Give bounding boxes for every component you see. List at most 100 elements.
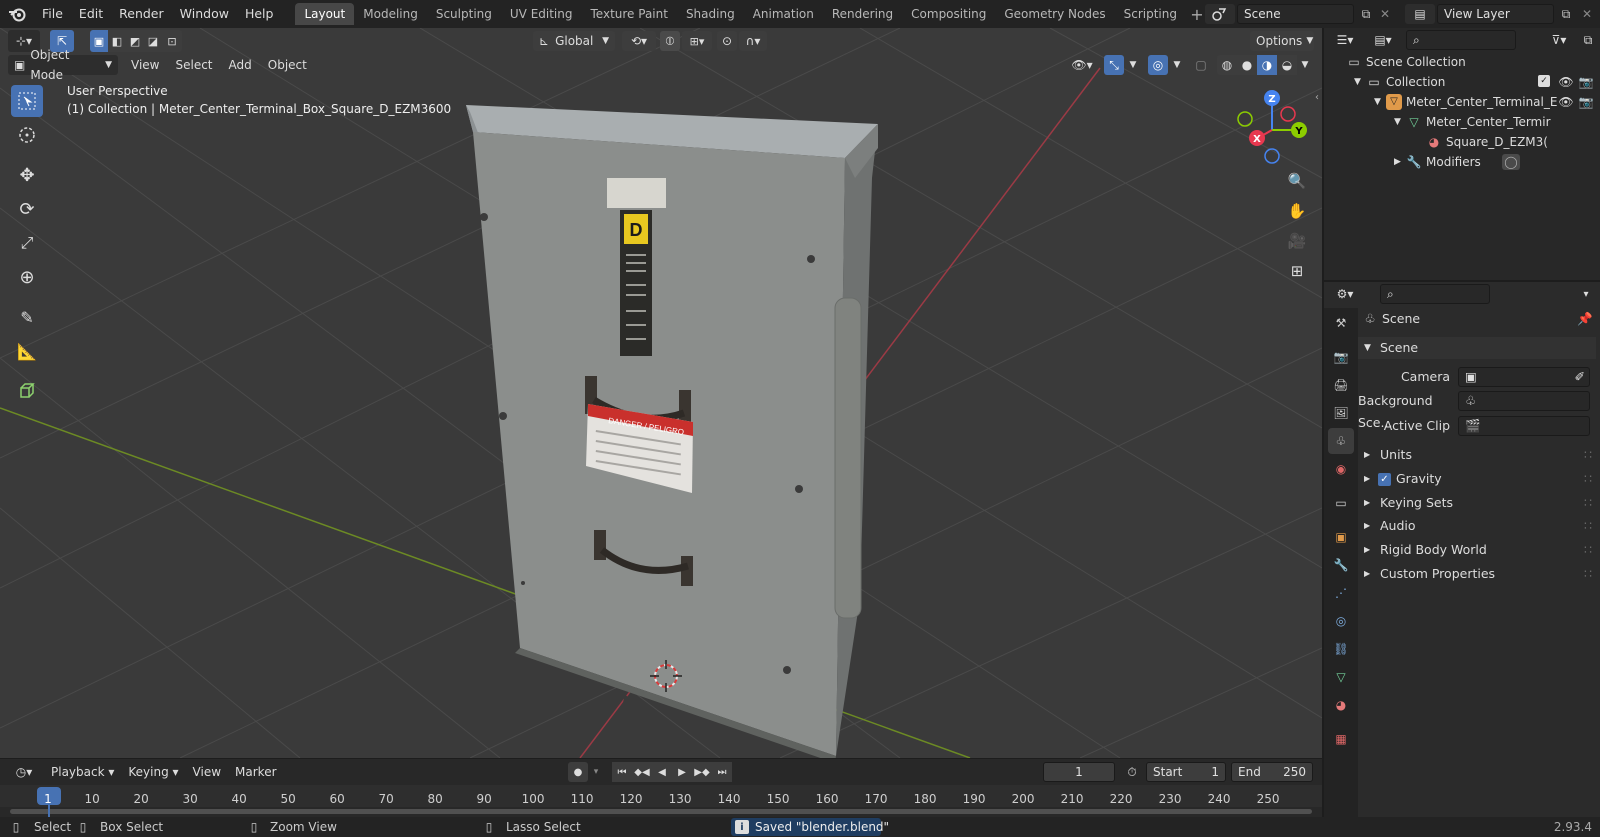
tab-uv-editing[interactable]: UV Editing bbox=[501, 3, 582, 25]
render-camera-icon[interactable]: 📷 bbox=[1578, 72, 1594, 92]
current-frame-field[interactable]: 1 bbox=[1043, 762, 1115, 782]
tab-sculpting[interactable]: Sculpting bbox=[427, 3, 501, 25]
menu-playback[interactable]: Playback ▾ bbox=[44, 762, 121, 782]
gravity-checkbox[interactable]: ✓ bbox=[1378, 473, 1391, 486]
tab-shading[interactable]: Shading bbox=[677, 3, 744, 25]
tab-object-icon[interactable]: ▣ bbox=[1328, 524, 1354, 550]
visibility-eye-icon[interactable]: 👁 bbox=[1558, 72, 1574, 92]
select-invert-icon[interactable]: ◪ bbox=[144, 30, 162, 52]
pan-view-icon[interactable]: ✋ bbox=[1284, 198, 1310, 224]
tab-modifier-icon[interactable]: 🔧 bbox=[1328, 552, 1354, 578]
tab-scripting[interactable]: Scripting bbox=[1115, 3, 1186, 25]
delete-scene-icon[interactable]: ✕ bbox=[1376, 4, 1394, 24]
xray-toggle-icon[interactable]: ▢ bbox=[1191, 55, 1211, 75]
snap-toggle-icon[interactable]: ⦶ bbox=[660, 31, 680, 51]
outliner-row-object[interactable]: ▼ ▽ Meter_Center_Terminal_E 👁 📷 bbox=[1324, 92, 1600, 112]
properties-options-icon[interactable]: ▾ bbox=[1576, 284, 1596, 304]
timeline-editor-type-icon[interactable]: ◷▾ bbox=[8, 762, 40, 782]
tab-collection-icon[interactable]: ▭ bbox=[1328, 490, 1354, 516]
drag-handle-icon[interactable]: ∷ bbox=[1584, 468, 1592, 490]
menu-marker[interactable]: Marker bbox=[228, 762, 283, 782]
drag-handle-icon[interactable]: ∷ bbox=[1584, 539, 1592, 561]
auto-key-dropdown-icon[interactable]: ▾ bbox=[588, 762, 604, 782]
keying-sets-panel-header[interactable]: ▶ Keying Sets ∷ bbox=[1358, 492, 1596, 514]
tab-output-icon[interactable]: 🖨 bbox=[1328, 372, 1354, 398]
menu-window[interactable]: Window bbox=[172, 0, 237, 28]
gizmo-dropdown-icon[interactable]: ▼ bbox=[1126, 55, 1140, 75]
units-panel-header[interactable]: ▶ Units ∷ bbox=[1358, 444, 1596, 466]
rotate-tool[interactable]: ⟳ bbox=[11, 193, 43, 225]
cursor-tool[interactable] bbox=[11, 119, 43, 151]
3d-viewport[interactable]: D DANGER / PELIGRO ⊹▾ ⇱ ▣ ◧ ◩ ◪ ⊡ ⊾ Glob… bbox=[0, 28, 1322, 758]
options-dropdown[interactable]: Options ▼ bbox=[1250, 31, 1314, 51]
camera-view-icon[interactable]: 🎥 bbox=[1284, 228, 1310, 254]
menu-render[interactable]: Render bbox=[111, 0, 172, 28]
zoom-view-icon[interactable]: 🔍 bbox=[1284, 168, 1310, 194]
tab-geometry-nodes[interactable]: Geometry Nodes bbox=[995, 3, 1114, 25]
scene-icon[interactable] bbox=[1205, 4, 1235, 24]
exclude-checkbox-icon[interactable]: ✓ bbox=[1538, 75, 1550, 87]
menu-help[interactable]: Help bbox=[237, 0, 282, 28]
tab-render-icon[interactable]: 📷 bbox=[1328, 344, 1354, 370]
drag-handle-icon[interactable]: ∷ bbox=[1584, 563, 1592, 585]
properties-editor-type-icon[interactable]: ⚙▾ bbox=[1330, 284, 1360, 304]
object-mode-dropdown[interactable]: ▣ Object Mode ▼ bbox=[8, 48, 118, 82]
shading-wireframe-icon[interactable]: ◍ bbox=[1217, 55, 1237, 75]
menu-edit[interactable]: Edit bbox=[71, 0, 111, 28]
annotate-tool[interactable]: ✎ bbox=[11, 301, 43, 333]
shading-rendered-icon[interactable]: ◒ bbox=[1277, 55, 1297, 75]
tab-animation[interactable]: Animation bbox=[744, 3, 823, 25]
ortho-toggle-icon[interactable]: ⊞ bbox=[1284, 258, 1310, 284]
camera-field[interactable]: ▣ ✐ bbox=[1458, 367, 1590, 387]
outliner-row-collection[interactable]: ▼ ▭ Collection ✓ 👁 📷 bbox=[1324, 72, 1600, 92]
prev-keyframe-icon[interactable]: ◆◀ bbox=[632, 762, 652, 782]
navigation-gizmo[interactable]: Z Y X bbox=[1232, 86, 1312, 166]
menu-keying[interactable]: Keying ▾ bbox=[121, 762, 185, 782]
visibility-eye-icon[interactable]: 👁 bbox=[1558, 92, 1574, 112]
drag-handle-icon[interactable]: ∷ bbox=[1584, 444, 1592, 466]
add-cube-tool[interactable] bbox=[11, 375, 43, 407]
record-icon[interactable]: ● bbox=[568, 762, 588, 782]
custom-properties-panel-header[interactable]: ▶ Custom Properties ∷ bbox=[1358, 563, 1596, 585]
menu-view[interactable]: View bbox=[186, 762, 228, 782]
tab-data-icon[interactable]: ▽ bbox=[1328, 664, 1354, 690]
view-layer-field[interactable]: View Layer bbox=[1437, 4, 1554, 24]
background-scene-field[interactable]: ♧ bbox=[1458, 391, 1590, 411]
menu-select[interactable]: Select bbox=[168, 55, 219, 75]
rigid-body-panel-header[interactable]: ▶ Rigid Body World ∷ bbox=[1358, 539, 1596, 561]
outliner-row-material[interactable]: ◕ Square_D_EZM3( bbox=[1324, 132, 1600, 152]
tab-view-layer-icon[interactable]: 🖼 bbox=[1328, 400, 1354, 426]
move-tool[interactable]: ✥ bbox=[11, 159, 43, 191]
drag-handle-icon[interactable]: ∷ bbox=[1584, 492, 1592, 514]
start-frame-field[interactable]: Start 1 bbox=[1146, 762, 1226, 782]
visibility-icon[interactable]: 👁▾ bbox=[1066, 55, 1098, 75]
transform-tool[interactable]: ⊕ bbox=[11, 261, 43, 293]
expand-arrow-icon[interactable]: ▼ bbox=[1374, 92, 1381, 112]
measure-tool[interactable]: 📐 bbox=[11, 335, 43, 367]
jump-end-icon[interactable]: ⏭ bbox=[712, 762, 732, 782]
properties-search-input[interactable]: ⌕ bbox=[1380, 284, 1490, 304]
view-layer-icon[interactable]: ▤ bbox=[1405, 4, 1435, 24]
tab-material-icon[interactable]: ◕ bbox=[1328, 692, 1354, 718]
select-intersect-icon[interactable]: ⊡ bbox=[162, 30, 182, 52]
tab-scene-icon[interactable]: ♧ bbox=[1328, 428, 1354, 454]
shading-dropdown-icon[interactable]: ▼ bbox=[1298, 55, 1312, 75]
tab-compositing[interactable]: Compositing bbox=[902, 3, 995, 25]
expand-arrow-icon[interactable]: ▼ bbox=[1354, 72, 1361, 92]
scene-name-field[interactable]: Scene bbox=[1237, 4, 1354, 24]
tab-rendering[interactable]: Rendering bbox=[823, 3, 902, 25]
play-icon[interactable]: ▶ bbox=[672, 762, 692, 782]
tab-particles-icon[interactable]: ⋰ bbox=[1328, 580, 1354, 606]
jump-start-icon[interactable]: ⏮ bbox=[612, 762, 632, 782]
outliner-editor-type-icon[interactable]: ☰▾ bbox=[1330, 30, 1360, 50]
tab-physics-icon[interactable]: ◎ bbox=[1328, 608, 1354, 634]
tab-texture-icon[interactable]: ▦ bbox=[1328, 726, 1354, 752]
outliner-row-scene-collection[interactable]: ▭ Scene Collection bbox=[1324, 52, 1600, 72]
new-collection-icon[interactable]: ⧉ bbox=[1578, 30, 1598, 50]
drag-handle-icon[interactable]: ∷ bbox=[1584, 515, 1592, 537]
tab-texture-paint[interactable]: Texture Paint bbox=[582, 3, 677, 25]
menu-object[interactable]: Object bbox=[261, 55, 314, 75]
menu-file[interactable]: File bbox=[34, 0, 71, 28]
transform-orientation-dropdown[interactable]: ⊾ Global ▼ bbox=[533, 31, 615, 51]
eyedropper-icon[interactable]: ✐ bbox=[1575, 368, 1585, 386]
